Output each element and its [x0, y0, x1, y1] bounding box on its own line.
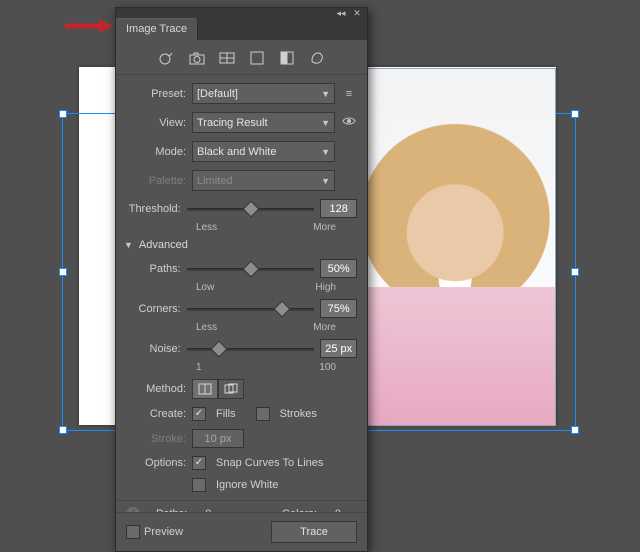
auto-icon[interactable]	[158, 50, 176, 66]
handle-mr[interactable]	[571, 268, 579, 276]
advanced-label: Advanced	[139, 239, 188, 251]
paths-label: Paths:	[126, 263, 181, 275]
stroke-value: 10 px	[192, 429, 244, 448]
mode-label: Mode:	[126, 146, 186, 158]
square-icon[interactable]	[248, 50, 266, 66]
threshold-hi: More	[313, 222, 336, 233]
corners-hi: More	[313, 322, 336, 333]
trace-button[interactable]: Trace	[271, 521, 357, 543]
close-icon[interactable]: ✕	[352, 9, 362, 17]
paths-slider[interactable]	[187, 262, 315, 276]
palette-label: Palette:	[126, 175, 186, 187]
palette-value: Limited	[197, 175, 232, 187]
noise-value[interactable]: 25 px	[320, 339, 357, 358]
corners-slider[interactable]	[187, 302, 315, 316]
eye-icon[interactable]	[341, 116, 357, 129]
options-label: Options:	[126, 457, 186, 469]
handle-bl[interactable]	[59, 426, 67, 434]
handle-br[interactable]	[571, 426, 579, 434]
mode-value: Black and White	[197, 146, 276, 158]
panel-title: Image Trace	[126, 23, 187, 35]
strokes-label: Strokes	[280, 408, 317, 420]
method-abutting[interactable]	[192, 379, 218, 399]
advanced-toggle[interactable]: ▼ Advanced	[124, 239, 357, 251]
fills-label: Fills	[216, 408, 236, 420]
grid-icon[interactable]	[218, 50, 236, 66]
palette-select: Limited▼	[192, 170, 335, 191]
collapse-icon[interactable]: ◂◂	[336, 9, 346, 17]
preset-select[interactable]: [Default]▼	[192, 83, 335, 104]
preset-menu-icon[interactable]: ≡	[341, 88, 357, 100]
threshold-slider[interactable]	[187, 202, 315, 216]
handle-tr[interactable]	[571, 110, 579, 118]
noise-label: Noise:	[126, 343, 181, 355]
method-overlapping[interactable]	[218, 379, 244, 399]
noise-hi: 100	[319, 362, 336, 373]
mode-select[interactable]: Black and White▼	[192, 141, 335, 162]
paths-hi: High	[315, 282, 336, 293]
fills-checkbox[interactable]	[192, 407, 206, 421]
halfsquare-icon[interactable]	[278, 50, 296, 66]
image-trace-panel: ◂◂ ✕ Image Trace Preset: [Default]▼ ≡ Vi…	[115, 7, 368, 552]
corners-lo: Less	[196, 322, 217, 333]
view-label: View:	[126, 117, 186, 129]
stroke-label: Stroke:	[126, 433, 186, 445]
corners-label: Corners:	[126, 303, 181, 315]
panel-window-controls: ◂◂ ✕	[116, 8, 367, 18]
preset-label: Preset:	[126, 88, 186, 100]
paths-lo: Low	[196, 282, 214, 293]
camera-icon[interactable]	[188, 50, 206, 66]
create-label: Create:	[126, 408, 186, 420]
trace-button-label: Trace	[300, 526, 328, 538]
placed-image[interactable]	[362, 68, 556, 426]
preview-label: Preview	[144, 526, 183, 538]
handle-ml[interactable]	[59, 268, 67, 276]
snap-label: Snap Curves To Lines	[216, 457, 323, 469]
panel-tabbar: Image Trace	[116, 18, 367, 40]
method-label: Method:	[126, 383, 186, 395]
ignore-white-label: Ignore White	[216, 479, 278, 491]
noise-slider[interactable]	[187, 342, 315, 356]
threshold-lo: Less	[196, 222, 217, 233]
corners-value[interactable]: 75%	[320, 299, 357, 318]
preview-checkbox[interactable]	[126, 525, 140, 539]
view-value: Tracing Result	[197, 117, 268, 129]
threshold-value[interactable]: 128	[320, 199, 357, 218]
threshold-label: Threshold:	[126, 203, 181, 215]
snap-checkbox[interactable]	[192, 456, 206, 470]
view-select[interactable]: Tracing Result▼	[192, 112, 335, 133]
strokes-checkbox[interactable]	[256, 407, 270, 421]
preset-icon-row	[116, 40, 367, 75]
ignore-white-checkbox[interactable]	[192, 478, 206, 492]
noise-lo: 1	[196, 362, 202, 373]
panel-tab-image-trace[interactable]: Image Trace	[116, 18, 198, 40]
handle-tl[interactable]	[59, 110, 67, 118]
paths-value[interactable]: 50%	[320, 259, 357, 278]
callout-arrow	[63, 17, 113, 35]
preset-value: [Default]	[197, 88, 238, 100]
blob-icon[interactable]	[308, 50, 326, 66]
chevron-down-icon: ▼	[124, 240, 133, 250]
